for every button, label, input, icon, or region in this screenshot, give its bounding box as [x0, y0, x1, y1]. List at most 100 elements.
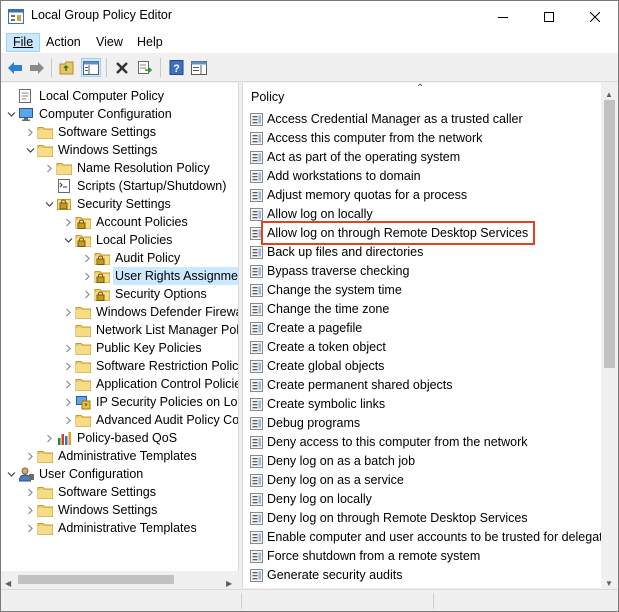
menu-view[interactable]: View [90, 33, 129, 52]
policy-vertical-scroll-thumb[interactable] [604, 100, 615, 368]
tree-expander[interactable] [24, 483, 36, 501]
expand-chevron-icon[interactable] [64, 308, 73, 317]
menu-file[interactable]: File [6, 33, 41, 52]
tree-expander[interactable] [62, 375, 74, 393]
menu-view-label: View [96, 35, 123, 49]
collapse-chevron-icon[interactable] [7, 110, 16, 119]
expand-chevron-icon[interactable] [26, 452, 35, 461]
close-button[interactable] [572, 1, 618, 32]
tree-expander[interactable] [24, 501, 36, 519]
tree-item[interactable]: Windows Defender Firewall with Advanced … [1, 303, 238, 321]
tree-item[interactable]: Audit Policy [1, 249, 238, 267]
export-list-button[interactable] [135, 58, 155, 77]
policy-setting-icon [249, 568, 264, 583]
tree-item[interactable]: Scripts (Startup/Shutdown) [1, 177, 238, 195]
expand-chevron-icon[interactable] [45, 164, 54, 173]
tree-expander[interactable] [62, 411, 74, 429]
expand-chevron-icon[interactable] [26, 524, 35, 533]
tree-item[interactable]: Security Options [1, 285, 238, 303]
delete-button[interactable] [112, 58, 132, 77]
tree-expander[interactable] [24, 141, 36, 159]
policy-setting-icon [249, 378, 264, 393]
tree-item-label: Computer Configuration [39, 107, 172, 121]
back-button[interactable] [5, 58, 25, 77]
tree-expander[interactable] [43, 195, 55, 213]
menu-help[interactable]: Help [131, 33, 169, 52]
tree-expander[interactable] [81, 285, 93, 303]
expand-chevron-icon[interactable] [83, 272, 92, 281]
expand-chevron-icon[interactable] [45, 434, 54, 443]
menu-action[interactable]: Action [40, 33, 87, 52]
tree-expander[interactable] [81, 267, 93, 285]
tree-expander[interactable] [5, 465, 17, 483]
tree-item[interactable]: Security Settings [1, 195, 238, 213]
tree-item[interactable]: Application Control Policies [1, 375, 238, 393]
policy-column-header[interactable]: Policy [251, 90, 284, 104]
tree-item-label: Local Computer Policy [39, 89, 165, 103]
help-button[interactable]: ? [166, 58, 186, 77]
tree-horizontal-scroll-thumb[interactable] [18, 575, 174, 584]
tree-expander[interactable] [62, 357, 74, 375]
tree-item[interactable]: Public Key Policies [1, 339, 238, 357]
tree-item[interactable]: Network List Manager Policies [1, 321, 238, 339]
tree-item[interactable]: Windows Settings [1, 501, 238, 519]
tree-expander[interactable] [62, 393, 74, 411]
collapse-chevron-icon[interactable] [64, 236, 73, 245]
collapse-chevron-icon[interactable] [26, 146, 35, 155]
show-hide-action-pane-button[interactable] [189, 58, 209, 77]
scroll-up-arrow-icon[interactable]: ▲ [605, 86, 613, 100]
expand-chevron-icon[interactable] [83, 254, 92, 263]
minimize-button[interactable] [480, 1, 526, 32]
tree-item[interactable]: Software Settings [1, 483, 238, 501]
tree-expander[interactable] [62, 339, 74, 357]
scroll-down-arrow-icon[interactable]: ▼ [605, 575, 613, 589]
tree-item[interactable]: Local Computer Policy [1, 87, 238, 105]
tree-item[interactable]: User Configuration [1, 465, 238, 483]
tree-item[interactable]: Policy-based QoS [1, 429, 238, 447]
expand-chevron-icon[interactable] [26, 128, 35, 137]
tree-item[interactable]: Computer Configuration [1, 105, 238, 123]
expand-chevron-icon[interactable] [64, 416, 73, 425]
tree-item[interactable]: Account Policies [1, 213, 238, 231]
tree-item[interactable]: Software Settings [1, 123, 238, 141]
tree-expander[interactable] [81, 249, 93, 267]
tree-expander[interactable] [24, 519, 36, 537]
tree-expander[interactable] [62, 213, 74, 231]
up-one-level-button[interactable] [57, 58, 77, 77]
tree-item[interactable]: Software Restriction Policies [1, 357, 238, 375]
tree-item[interactable]: Name Resolution Policy [1, 159, 238, 177]
collapse-chevron-icon[interactable] [45, 200, 54, 209]
console-tree[interactable]: Local Computer Policy Computer Configurat… [1, 83, 239, 588]
forward-button[interactable] [27, 58, 47, 77]
tree-item[interactable]: User Rights Assignment [1, 267, 238, 285]
expand-chevron-icon[interactable] [26, 488, 35, 497]
scroll-left-arrow-icon[interactable]: ◀ [5, 575, 11, 589]
maximize-button[interactable] [526, 1, 572, 32]
tree-expander[interactable] [24, 123, 36, 141]
show-hide-console-tree-button[interactable] [81, 58, 101, 77]
tree-expander[interactable] [5, 105, 17, 123]
expand-chevron-icon[interactable] [26, 506, 35, 515]
expand-chevron-icon[interactable] [64, 362, 73, 371]
tree-expander[interactable] [62, 303, 74, 321]
ip-security-icon [75, 394, 92, 410]
policy-vertical-scrollbar[interactable]: ▲ ▼ [601, 83, 618, 588]
tree-item[interactable]: Local Policies [1, 231, 238, 249]
tree-item[interactable]: Administrative Templates [1, 447, 238, 465]
tree-expander[interactable] [24, 447, 36, 465]
tree-item[interactable]: Advanced Audit Policy Configuration [1, 411, 238, 429]
expand-chevron-icon[interactable] [64, 398, 73, 407]
tree-expander[interactable] [62, 231, 74, 249]
expand-chevron-icon[interactable] [64, 218, 73, 227]
tree-item[interactable]: IP Security Policies on Local Computer [1, 393, 238, 411]
tree-item[interactable]: Windows Settings [1, 141, 238, 159]
tree-expander[interactable] [43, 159, 55, 177]
tree-item[interactable]: Administrative Templates [1, 519, 238, 537]
tree-horizontal-scrollbar[interactable]: ◀ ▶ [1, 571, 239, 588]
collapse-chevron-icon[interactable] [7, 470, 16, 479]
expand-chevron-icon[interactable] [64, 380, 73, 389]
expand-chevron-icon[interactable] [83, 290, 92, 299]
tree-expander[interactable] [43, 429, 55, 447]
scroll-right-arrow-icon[interactable]: ▶ [226, 575, 232, 589]
expand-chevron-icon[interactable] [64, 344, 73, 353]
